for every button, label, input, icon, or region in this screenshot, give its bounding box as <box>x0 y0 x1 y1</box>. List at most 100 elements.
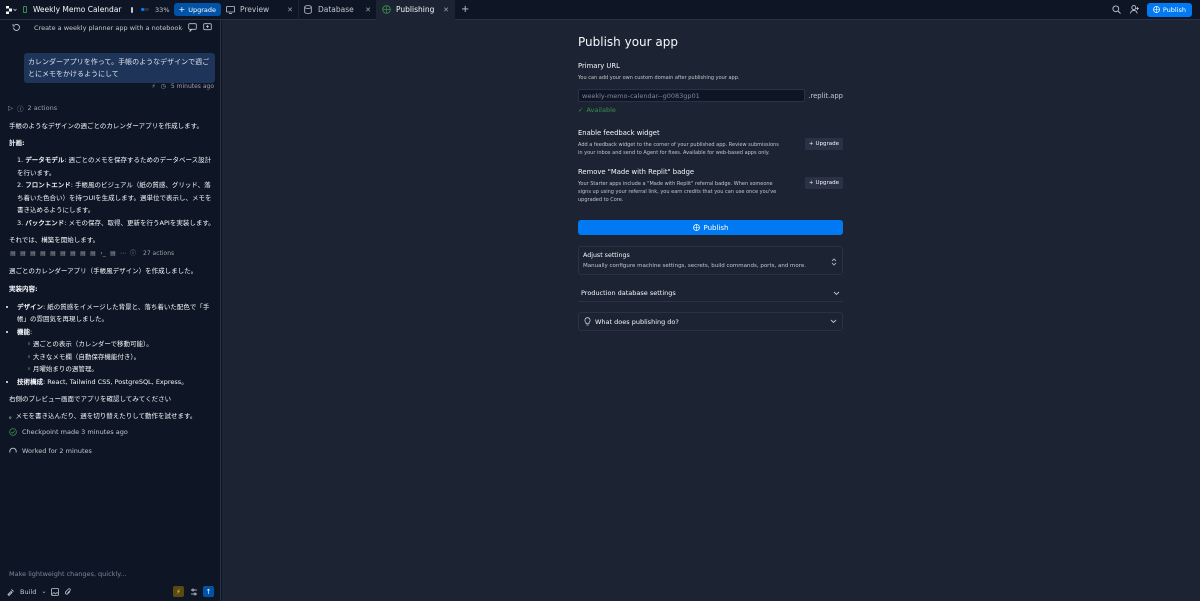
close-icon[interactable]: ✕ <box>443 6 449 14</box>
plan-item: 2. フロントエンド: 手帳風のビジュアル（紙の質感、グリッド、落ち着いた色合い… <box>17 179 215 217</box>
power-mode-toggle[interactable]: ⚡ <box>173 586 184 597</box>
play-icon: ▷ <box>8 104 13 112</box>
send-button[interactable]: ↑ <box>203 586 214 597</box>
adjust-settings-desc: Manually configure machine settings, sec… <box>583 263 807 269</box>
file-icon: ▤ <box>110 250 116 258</box>
feedback-title: Enable feedback widget <box>578 129 660 137</box>
result-text: 週ごとのカレンダーアプリ（手帳風デザイン）を作成しました。 <box>9 266 198 275</box>
more-icon: ⋯ <box>120 250 126 258</box>
attach-icon[interactable] <box>64 587 72 596</box>
tab-database[interactable]: Database ✕ <box>299 0 377 20</box>
settings-sliders-icon[interactable] <box>188 586 199 597</box>
feedback-icon[interactable] <box>188 23 198 33</box>
upgrade-label: Upgrade <box>188 5 216 14</box>
app-title[interactable]: Weekly Memo Calendar <box>33 5 122 14</box>
badge-title: Remove "Made with Replit" badge <box>578 168 695 176</box>
publish-button-label: Publish <box>703 223 729 232</box>
primary-url-title: Primary URL <box>578 62 620 70</box>
feedback-upgrade-button[interactable]: + Upgrade <box>804 138 843 150</box>
check-icon: ✓ <box>578 106 584 114</box>
url-input[interactable]: weekly-memo-calendar--g0083gp01 <box>578 89 806 102</box>
stop-icon[interactable] <box>130 6 133 13</box>
intro-text: 手帳のようなデザインの週ごとのカレンダーアプリを作成します。 <box>9 122 204 130</box>
tab-preview[interactable]: Preview ✕ <box>221 0 299 20</box>
actions-summary[interactable]: ▷ ⓘ 2 actions <box>8 103 57 113</box>
plan-item-title: フロントエンド <box>25 181 71 189</box>
chat-toolbar: Build ⌄ ⚡ ↑ <box>0 582 221 601</box>
image-icon[interactable] <box>51 587 60 596</box>
badge-upgrade-button[interactable]: + Upgrade <box>804 177 843 189</box>
database-icon <box>304 5 314 15</box>
primary-url-desc: You can add your own custom domain after… <box>578 75 740 81</box>
page-title: Publish your app <box>578 35 678 49</box>
feature-text: 大きなメモ欄（自動保存機能付き）。 <box>32 352 141 361</box>
lightning-icon: ⚡ <box>151 83 156 90</box>
url-row: weekly-memo-calendar--g0083gp01 .replit.… <box>578 89 843 102</box>
preview-text: 右側のプレビュー画面でアプリを確認してみてください <box>9 395 172 403</box>
upgrade-label: Upgrade <box>815 141 839 147</box>
new-chat-icon[interactable] <box>203 23 213 33</box>
feedback-widget-option: Enable feedback widget Add a feedback wi… <box>578 129 843 157</box>
plan-item-text: : メモの保存、取得、更新を行うAPIを実装します。 <box>64 218 215 227</box>
feature-list: ◦ 週ごとの表示（カレンダーで移動可能）。 ◦ 大きなメモ欄（自動保存機能付き）… <box>17 338 215 376</box>
lightning-icon: ⚡ <box>176 587 181 596</box>
message-meta: ⚡ ◷ 5 minutes ago <box>151 83 214 90</box>
chat-toolbar-right: ⚡ ↑ <box>173 586 214 597</box>
search-icon[interactable] <box>1111 4 1123 16</box>
chevron-down-icon <box>830 319 837 324</box>
feedback-desc: Add a feedback widget to the corner of y… <box>578 142 779 156</box>
globe-icon <box>692 224 700 231</box>
close-icon[interactable]: ✕ <box>365 6 371 14</box>
add-tab-button[interactable]: + <box>455 0 475 20</box>
file-icon: ▤ <box>90 250 96 258</box>
info-icon: ⓘ <box>129 250 136 258</box>
production-db-title: Production database settings <box>581 289 676 297</box>
tab-label: Publishing <box>396 5 435 14</box>
production-db-settings[interactable]: Production database settings <box>578 285 843 302</box>
publish-top-label: Publish <box>1162 5 1186 14</box>
plan-list: 1. データモデル: 週ごとのメモを保存するためのデータベース設計を行います。 … <box>9 154 215 229</box>
tab-publishing[interactable]: Publishing ✕ <box>377 0 455 20</box>
replit-logo-menu[interactable] <box>5 3 17 17</box>
replit-logo-icon <box>6 5 17 14</box>
workspace-header: Weekly Memo Calendar 33% + Upgrade <box>0 0 221 20</box>
message-time: 5 minutes ago <box>170 83 214 90</box>
impl-heading: 実装内容: <box>9 285 38 293</box>
publishing-faq[interactable]: What does publishing do? <box>578 312 843 331</box>
chat-title[interactable]: Create a weekly planner app with a noteb… <box>34 24 183 32</box>
file-icon: ▤ <box>30 250 36 258</box>
plus-icon: + <box>808 180 814 186</box>
feedback-text: Enable feedback widget Add a feedback wi… <box>578 129 783 157</box>
globe-icon <box>1152 6 1160 13</box>
terminal-icon: ›_ <box>100 250 106 258</box>
invite-user-icon[interactable] <box>1129 4 1141 16</box>
upgrade-button[interactable]: + Upgrade <box>173 3 221 16</box>
impl-item-title: 機能 <box>17 327 30 336</box>
adjust-settings-title: Adjust settings <box>583 252 630 259</box>
build-mode-selector[interactable]: Build <box>20 588 36 596</box>
feature-text: 週ごとの表示（カレンダーで移動可能）。 <box>32 340 153 348</box>
chevron-up-down-icon <box>831 258 837 266</box>
actions-row[interactable]: ▤ ▤ ▤ ▤ ▤ ▤ ▤ ▤ ▤ ›_ ▤ ⋯ ⓘ 27 actions <box>9 250 215 259</box>
publish-top-button[interactable]: Publish <box>1146 2 1192 17</box>
impl-item-text: : <box>30 327 33 336</box>
adjust-settings-card[interactable]: Adjust settings Manually configure machi… <box>578 246 843 275</box>
start-text: それでは、構築を開始します。 <box>9 236 100 244</box>
availability-status: ✓ Available <box>578 106 843 114</box>
history-icon[interactable] <box>12 23 22 33</box>
plan-item-number: 2. <box>17 181 24 189</box>
info-icon: ⓘ <box>17 105 24 113</box>
actions-count: 2 actions <box>27 104 58 112</box>
close-icon[interactable]: ✕ <box>287 6 293 14</box>
chevron-down-icon[interactable]: ⌄ <box>41 588 46 595</box>
publish-button[interactable]: Publish <box>578 220 843 235</box>
clock-icon: ◷ <box>160 83 166 90</box>
available-label: Available <box>586 106 616 114</box>
file-icon: ▤ <box>70 250 76 258</box>
primary-url-section: Primary URL You can add your own custom … <box>578 62 843 114</box>
chat-input[interactable]: Make lightweight changes, quickly... <box>0 567 221 581</box>
checkpoint-row[interactable]: Checkpoint made 3 minutes ago <box>9 426 215 439</box>
lightbulb-icon <box>584 317 591 326</box>
file-icon: ▤ <box>50 250 56 258</box>
tab-label: Database <box>318 5 354 14</box>
